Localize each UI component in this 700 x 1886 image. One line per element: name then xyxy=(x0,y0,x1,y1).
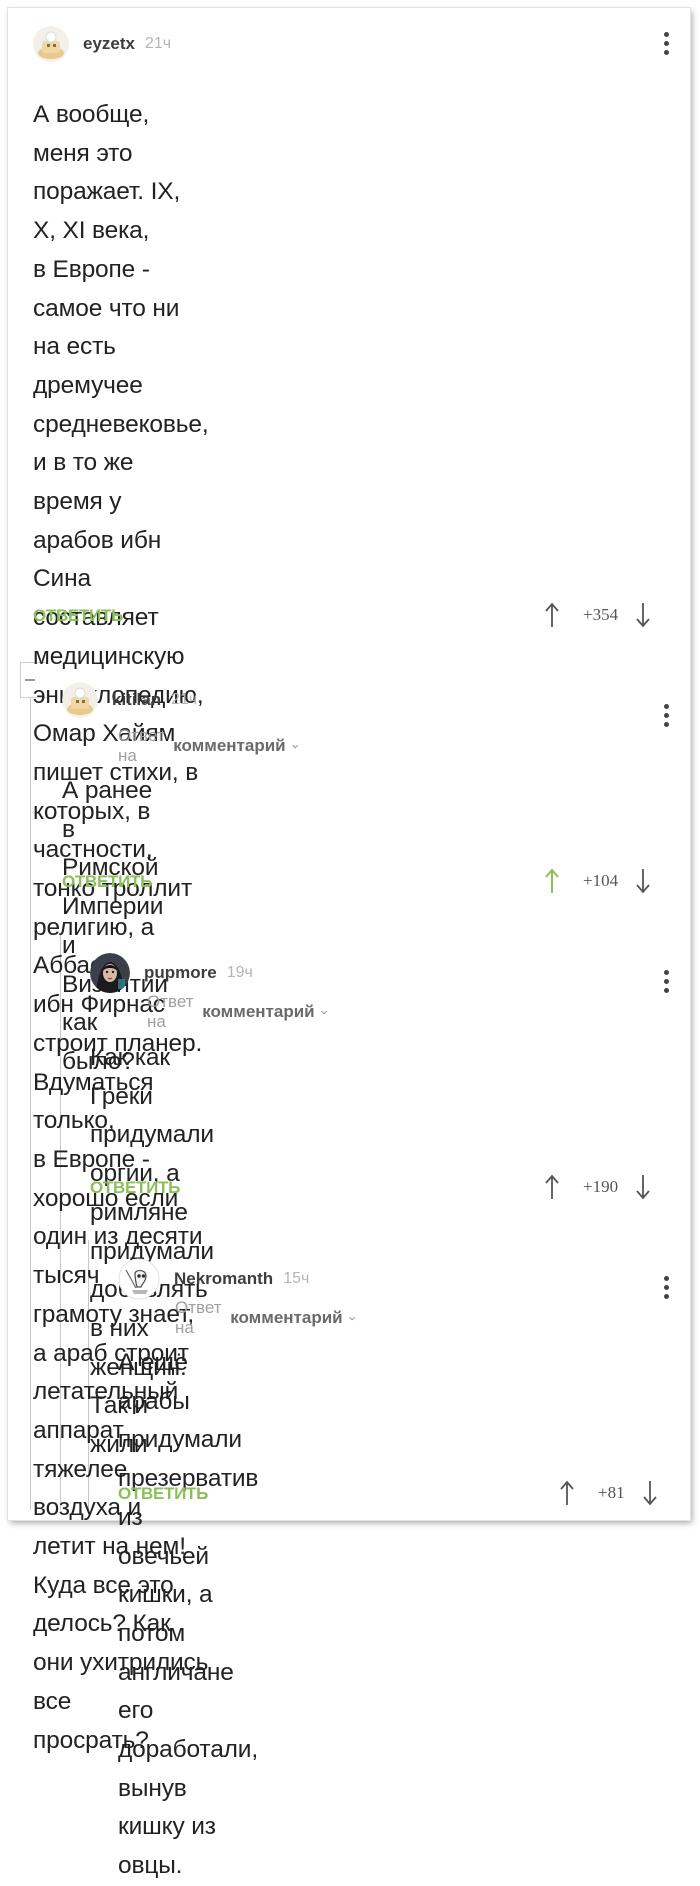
comment-header: Nekromanth 15ч xyxy=(118,1258,309,1300)
comment-time: 19ч xyxy=(226,964,253,981)
thread-branch-line-1[interactable] xyxy=(30,698,31,1510)
reply-to-link[interactable]: Ответ на комментарий xyxy=(118,726,298,766)
vote-controls: +104 xyxy=(545,868,650,894)
upvote-arrow-icon[interactable] xyxy=(545,868,559,894)
more-options-icon[interactable] xyxy=(662,1276,670,1299)
reply-button[interactable]: ОТВЕТИТЬ xyxy=(90,1178,180,1198)
rating-value: +354 xyxy=(583,605,619,624)
reply-to-link[interactable]: Ответ на комментарий xyxy=(175,1298,355,1338)
downvote-arrow-icon[interactable] xyxy=(636,602,650,628)
comment-header: kitilan 21ч xyxy=(62,682,197,718)
comment-header: eyzetx 21ч xyxy=(33,26,171,62)
reply-button[interactable]: ОТВЕТИТЬ xyxy=(33,606,123,626)
upvote-arrow-icon[interactable] xyxy=(545,602,559,628)
username[interactable]: pupmore xyxy=(144,963,217,983)
username[interactable]: kitilan xyxy=(112,690,161,710)
user-avatar[interactable] xyxy=(90,953,130,993)
vote-controls: +190 xyxy=(545,1174,650,1200)
default-avatar-icon[interactable] xyxy=(33,26,69,62)
username[interactable]: Nekromanth xyxy=(174,1269,273,1289)
chevron-down-icon[interactable] xyxy=(291,742,298,751)
comment-time: 15ч xyxy=(283,1270,310,1287)
vote-controls: +354 xyxy=(545,602,650,628)
rating-value: +104 xyxy=(583,871,619,890)
downvote-arrow-icon[interactable] xyxy=(636,1174,650,1200)
comment-text: А ранее в Римской Империи и Византии как… xyxy=(62,777,168,1075)
chevron-down-icon[interactable] xyxy=(320,1008,327,1017)
default-avatar-icon[interactable] xyxy=(62,682,98,718)
reply-button[interactable]: ОТВЕТИТЬ xyxy=(118,1484,208,1504)
chevron-down-icon[interactable] xyxy=(348,1314,355,1323)
upvote-arrow-icon[interactable] xyxy=(545,1174,559,1200)
comment-text: А ещё арабы придумали презерватив из ове… xyxy=(118,1349,259,1880)
comment-time: 21ч xyxy=(171,691,198,708)
vote-controls: +81 xyxy=(560,1480,657,1506)
rating-value: +190 xyxy=(583,1177,619,1196)
reply-to-link[interactable]: Ответ на комментарий xyxy=(147,992,327,1032)
downvote-arrow-icon[interactable] xyxy=(642,1480,657,1506)
more-options-icon[interactable] xyxy=(662,704,670,727)
reply-to-prefix: Ответ на xyxy=(175,1298,222,1337)
comment-header: pupmore 19ч xyxy=(90,953,253,993)
downvote-arrow-icon[interactable] xyxy=(636,868,650,894)
rating-value: +81 xyxy=(598,1483,625,1502)
reply-button[interactable]: ОТВЕТИТЬ xyxy=(62,872,152,892)
reply-to-prefix: Ответ на xyxy=(118,726,165,765)
more-options-icon[interactable] xyxy=(662,32,670,55)
upvote-arrow-icon[interactable] xyxy=(560,1480,574,1506)
reply-to-target[interactable]: комментарий xyxy=(202,1002,314,1022)
more-options-icon[interactable] xyxy=(662,970,670,993)
comment-time: 21ч xyxy=(144,35,172,52)
reply-to-target[interactable]: комментарий xyxy=(173,736,285,756)
reply-to-prefix: Ответ на xyxy=(147,992,194,1031)
user-avatar[interactable] xyxy=(118,1258,160,1300)
reply-to-target[interactable]: комментарий xyxy=(230,1308,342,1328)
username[interactable]: eyzetx xyxy=(83,34,135,54)
